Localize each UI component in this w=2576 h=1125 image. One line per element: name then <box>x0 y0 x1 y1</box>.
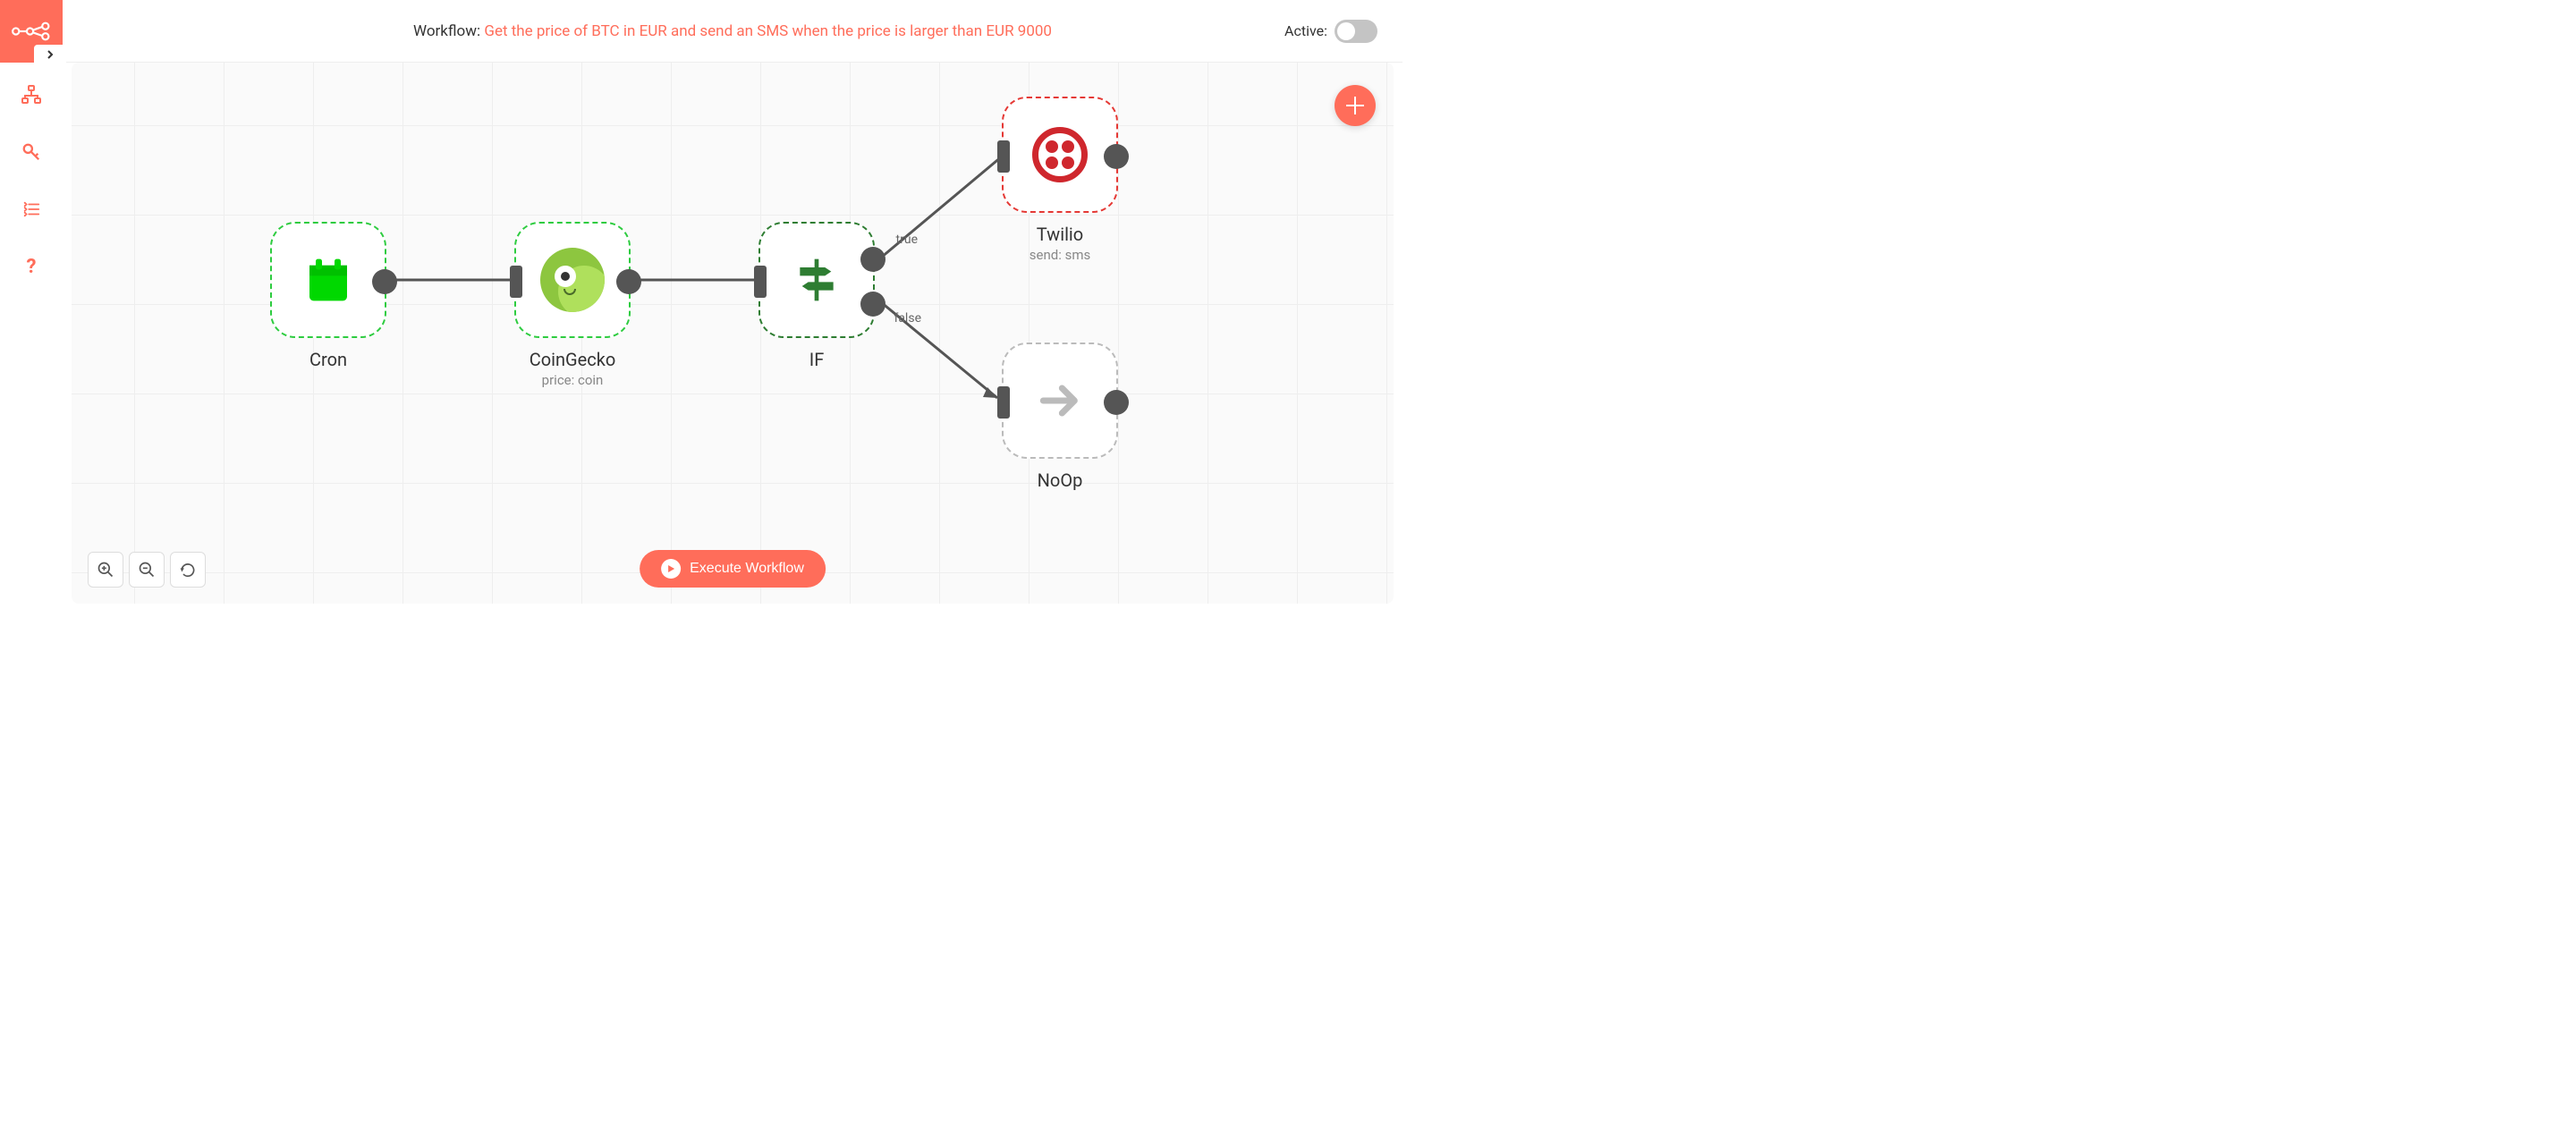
signpost-icon <box>792 255 842 305</box>
output-port[interactable] <box>1104 144 1129 169</box>
app-logo[interactable] <box>0 0 63 63</box>
play-icon <box>661 559 681 579</box>
workflow-name: Get the price of BTC in EUR and send an … <box>484 22 1052 40</box>
topbar: Workflow: Get the price of BTC in EUR an… <box>63 0 1402 63</box>
sidebar-executions-icon[interactable] <box>21 199 42 220</box>
input-port[interactable] <box>510 266 522 298</box>
output-port[interactable] <box>1104 390 1129 415</box>
sidebar-credentials-icon[interactable] <box>21 141 42 163</box>
active-label: Active: <box>1284 22 1327 39</box>
sidebar-help-icon[interactable]: ? <box>21 256 42 277</box>
input-port[interactable] <box>997 386 1010 419</box>
reset-zoom-button[interactable] <box>170 552 206 588</box>
node-cron[interactable]: Cron <box>270 222 386 338</box>
workflow-prefix: Workflow: <box>413 22 484 40</box>
calendar-icon <box>303 255 353 305</box>
arrow-right-icon <box>1035 376 1085 426</box>
true-label: true <box>896 233 918 247</box>
connections <box>72 63 1394 604</box>
node-coingecko[interactable]: CoinGecko price: coin <box>514 222 631 338</box>
workflow-title[interactable]: Workflow: Get the price of BTC in EUR an… <box>413 22 1052 40</box>
sidebar: ? <box>0 0 63 613</box>
node-label: CoinGecko price: coin <box>530 349 616 388</box>
active-toggle[interactable] <box>1335 20 1377 43</box>
expand-sidebar-button[interactable] <box>34 45 66 64</box>
output-port[interactable] <box>616 269 641 294</box>
workflow-canvas[interactable]: Cron CoinGecko price: coin true false IF <box>72 63 1394 604</box>
output-port-false[interactable] <box>860 292 886 317</box>
zoom-controls <box>88 552 206 588</box>
node-label: IF <box>809 349 825 370</box>
input-port[interactable] <box>754 266 767 298</box>
active-toggle-wrap: Active: <box>1284 20 1377 43</box>
node-noop[interactable]: NoOp <box>1002 343 1118 459</box>
input-port[interactable] <box>997 140 1010 173</box>
coingecko-icon <box>540 248 605 312</box>
node-label: Cron <box>309 349 347 370</box>
node-twilio[interactable]: Twilio send: sms <box>1002 97 1118 213</box>
twilio-icon <box>1032 127 1088 182</box>
node-label: Twilio send: sms <box>1030 224 1090 263</box>
node-label: NoOp <box>1038 469 1083 491</box>
sidebar-workflows-icon[interactable] <box>21 84 42 106</box>
output-port[interactable] <box>372 269 397 294</box>
logo-icon <box>11 20 52 43</box>
execute-workflow-button[interactable]: Execute Workflow <box>640 550 826 588</box>
zoom-out-button[interactable] <box>129 552 165 588</box>
node-if[interactable]: true false IF <box>758 222 875 338</box>
output-port-true[interactable] <box>860 247 886 272</box>
zoom-in-button[interactable] <box>88 552 123 588</box>
execute-label: Execute Workflow <box>690 561 804 577</box>
add-node-button[interactable] <box>1335 85 1376 126</box>
false-label: false <box>894 311 921 326</box>
